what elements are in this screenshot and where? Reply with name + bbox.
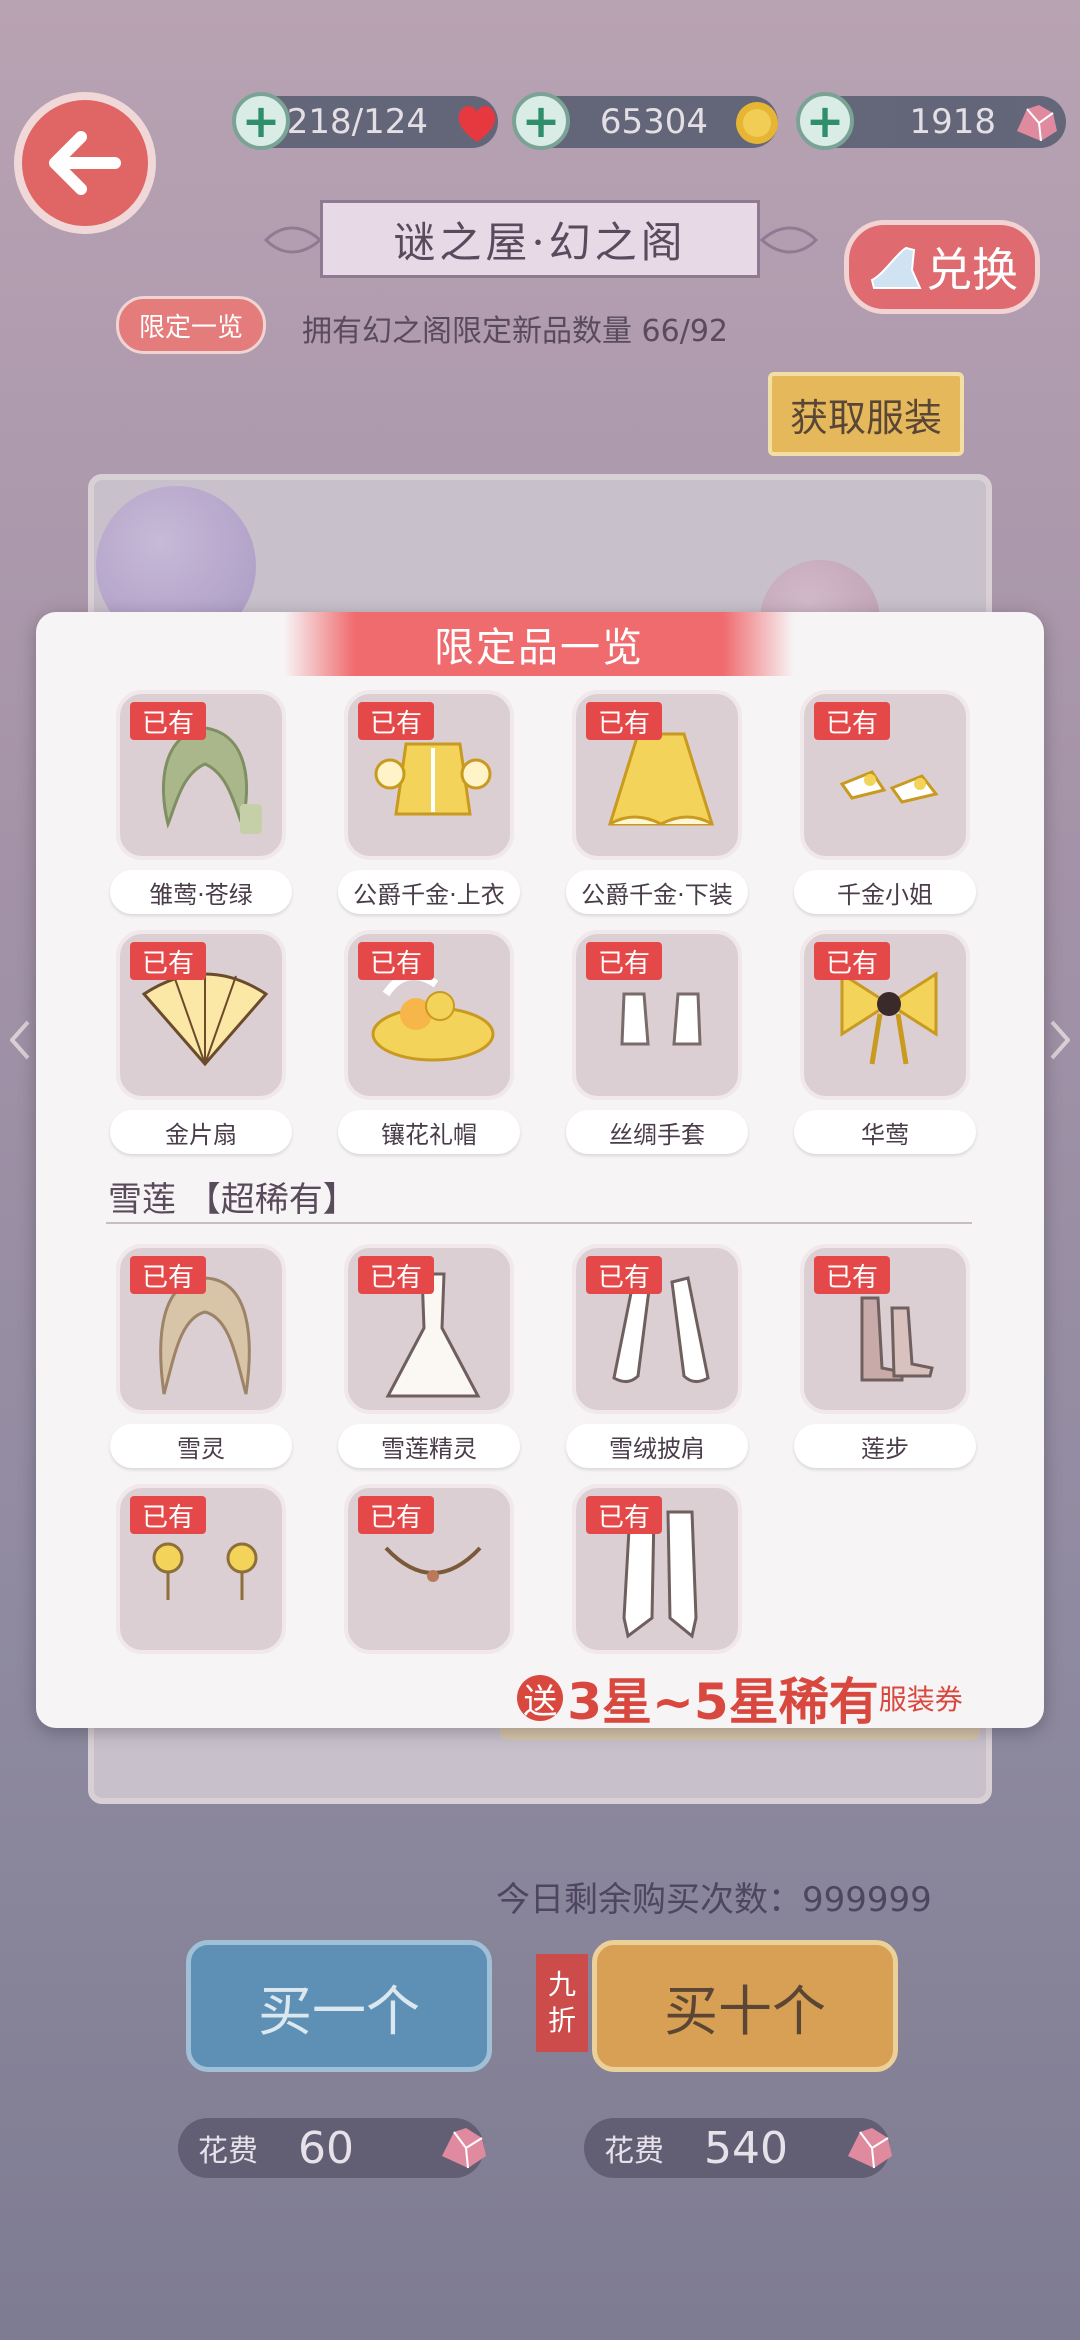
- owned-badge: 已有: [130, 702, 206, 740]
- crystal-icon: [442, 2128, 486, 2169]
- item-thumbnail[interactable]: 已有: [116, 930, 286, 1100]
- cost-label: 花费: [198, 2134, 258, 2169]
- item-thumbnail[interactable]: 已有: [800, 1244, 970, 1414]
- remaining-purchases-text: 今日剩余购买次数：999999: [496, 1880, 932, 1920]
- owned-badge: 已有: [586, 942, 662, 980]
- ornament-right-icon: [760, 226, 819, 254]
- owned-count-text: 拥有幻之阁限定新品数量 66/92: [302, 314, 728, 349]
- item-thumbnail[interactable]: 已有: [572, 690, 742, 860]
- buy-one-button[interactable]: 买一个: [186, 1940, 492, 2072]
- arrow-left-icon: [49, 131, 121, 195]
- promo-text: 送 3星~5星稀有 服装券: [500, 1668, 980, 1731]
- owned-badge: 已有: [814, 942, 890, 980]
- buy-ten-button[interactable]: 买十个: [592, 1940, 898, 2072]
- add-gold-button[interactable]: +: [512, 92, 570, 150]
- item-name: 莲步: [794, 1424, 976, 1468]
- owned-badge: 已有: [814, 1256, 890, 1294]
- glass-slipper-icon: [870, 246, 922, 289]
- item-thumbnail[interactable]: 已有: [116, 1244, 286, 1414]
- owned-badge: 已有: [586, 1256, 662, 1294]
- limited-list-button[interactable]: 限定一览: [116, 296, 266, 354]
- item-card[interactable]: 已有: [344, 1484, 514, 1676]
- item-name: 雪绒披肩: [566, 1424, 748, 1468]
- item-name: 雪灵: [110, 1424, 292, 1468]
- cost-one-pill: 花费 60: [178, 2118, 486, 2178]
- item-card[interactable]: 已有: [116, 1484, 286, 1676]
- item-name: 雏莺·苍绿: [110, 870, 292, 914]
- page-title: 谜之屋·幻之阁: [320, 200, 760, 278]
- item-thumbnail[interactable]: 已有: [800, 930, 970, 1100]
- item-thumbnail[interactable]: 已有: [116, 1484, 286, 1654]
- item-thumbnail[interactable]: 已有: [572, 1244, 742, 1414]
- item-thumbnail[interactable]: 已有: [344, 690, 514, 860]
- add-diamond-button[interactable]: +: [796, 92, 854, 150]
- item-card[interactable]: 已有: [572, 1484, 742, 1676]
- item-thumbnail[interactable]: 已有: [800, 690, 970, 860]
- item-thumbnail[interactable]: 已有: [572, 1484, 742, 1654]
- section-divider: [106, 1222, 972, 1224]
- cost-ten-pill: 花费 540: [584, 2118, 892, 2178]
- item-thumbnail[interactable]: 已有: [344, 1484, 514, 1654]
- item-thumbnail[interactable]: 已有: [344, 1244, 514, 1414]
- chevron-right-icon[interactable]: [1050, 1020, 1070, 1060]
- ornament-left-icon: [263, 226, 322, 254]
- owned-badge: 已有: [130, 1256, 206, 1294]
- owned-badge: 已有: [130, 942, 206, 980]
- owned-badge: 已有: [814, 702, 890, 740]
- item-name: 公爵千金·下装: [566, 870, 748, 914]
- add-stamina-button[interactable]: +: [232, 92, 290, 150]
- item-name: 雪莲精灵: [338, 1424, 520, 1468]
- cost-label: 花费: [604, 2134, 664, 2169]
- section-title: 雪莲 【超稀有】: [108, 1180, 357, 1220]
- back-button[interactable]: [14, 92, 156, 234]
- cost-value: 540: [704, 2122, 788, 2174]
- item-thumbnail[interactable]: 已有: [344, 930, 514, 1100]
- item-thumbnail[interactable]: 已有: [572, 930, 742, 1100]
- owned-badge: 已有: [358, 942, 434, 980]
- owned-badge: 已有: [586, 1496, 662, 1534]
- owned-badge: 已有: [358, 1496, 434, 1534]
- item-name: 公爵千金·上衣: [338, 870, 520, 914]
- crystal-icon: [848, 2128, 892, 2169]
- item-name: 华莺: [794, 1110, 976, 1154]
- item-name: 千金小姐: [794, 870, 976, 914]
- item-name: 镶花礼帽: [338, 1110, 520, 1154]
- owned-badge: 已有: [358, 1256, 434, 1294]
- item-thumbnail[interactable]: 已有: [116, 690, 286, 860]
- chevron-left-icon[interactable]: [10, 1020, 30, 1060]
- gold-coin-icon: [732, 98, 782, 148]
- cost-value: 60: [298, 2122, 354, 2174]
- heart-icon: [452, 98, 502, 148]
- item-name: 金片扇: [110, 1110, 292, 1154]
- owned-badge: 已有: [130, 1496, 206, 1534]
- dialog-title: 限定品一览: [284, 612, 794, 676]
- discount-badge: 九 折: [536, 1954, 588, 2052]
- item-name: 丝绸手套: [566, 1110, 748, 1154]
- owned-badge: 已有: [358, 702, 434, 740]
- exchange-button[interactable]: 兑换: [844, 220, 1040, 314]
- owned-badge: 已有: [586, 702, 662, 740]
- crystal-icon: [1012, 98, 1062, 148]
- get-outfit-button[interactable]: 获取服装: [768, 372, 964, 456]
